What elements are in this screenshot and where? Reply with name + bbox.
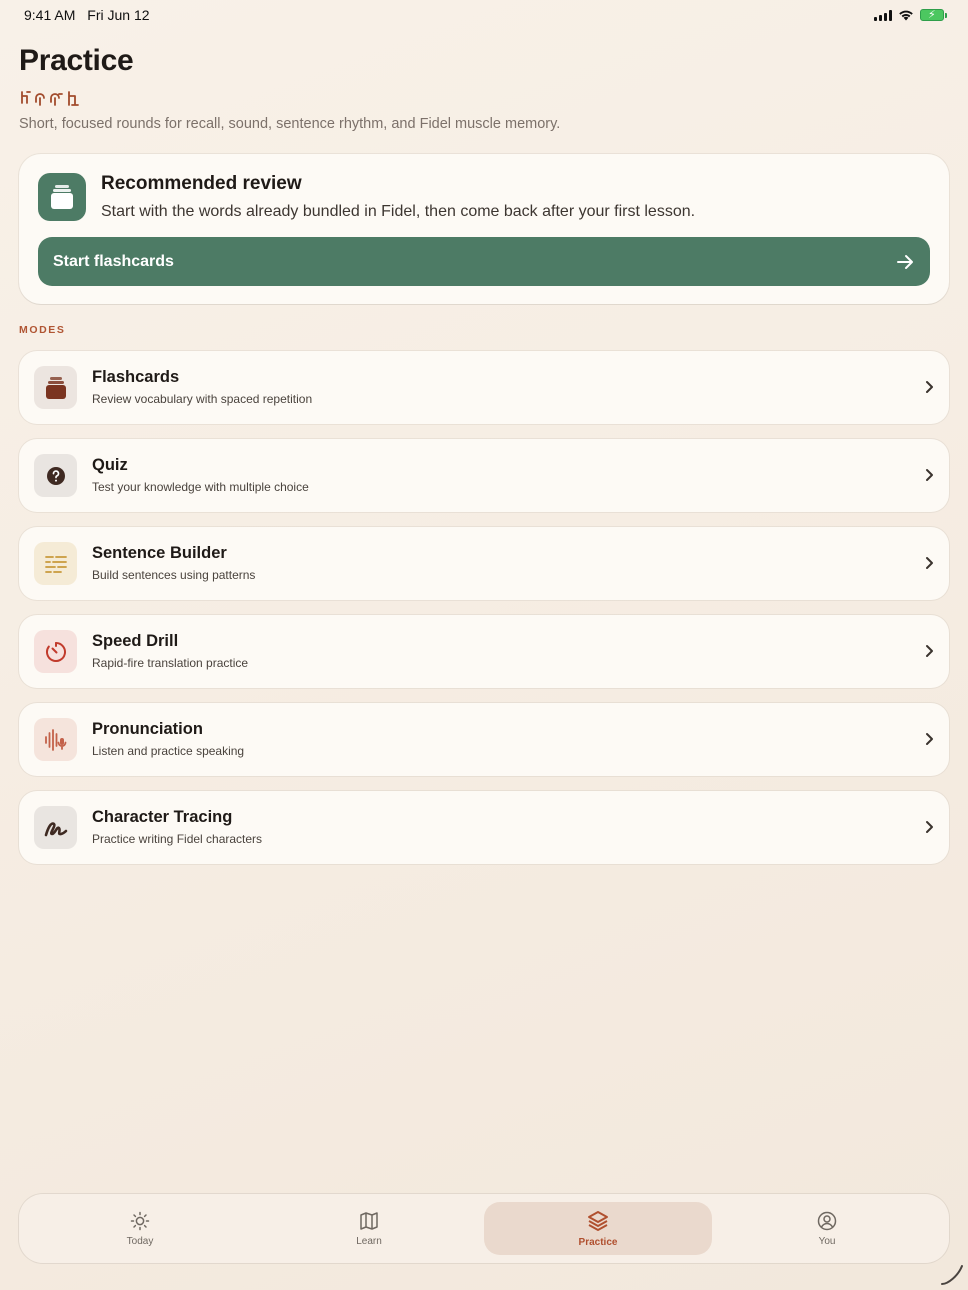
mode-description: Practice writing Fidel characters <box>92 832 263 846</box>
cellular-signal-icon <box>874 9 892 21</box>
recommended-review-card: Recommended review Start with the words … <box>19 154 949 304</box>
chevron-right-icon <box>926 821 933 833</box>
amharic-title-glyphs <box>21 91 79 106</box>
mode-title: Pronunciation <box>92 720 203 738</box>
chevron-right-icon <box>926 733 933 745</box>
recommended-title: Recommended review <box>101 173 302 194</box>
mode-title: Speed Drill <box>92 632 179 650</box>
sun-icon <box>130 1211 150 1230</box>
mode-title: Character Tracing <box>92 808 233 826</box>
status-bar: 9:41 AM Fri Jun 12 ⚡ <box>0 0 968 30</box>
tab-label: Today <box>126 1235 154 1247</box>
mode-card-sentence-builder[interactable]: Sentence Builder Build sentences using p… <box>19 527 949 600</box>
tab-label: Practice <box>578 1236 618 1248</box>
mode-card-flashcards[interactable]: Flashcards Review vocabulary with spaced… <box>19 351 949 424</box>
page-subtitle: Short, focused rounds for recall, sound,… <box>19 116 561 132</box>
mode-description: Build sentences using patterns <box>92 568 256 582</box>
flashcard-stack-icon <box>34 366 77 409</box>
modes-section-label: MODES <box>19 324 66 336</box>
flashcard-stack-icon <box>38 173 86 221</box>
arrow-right-icon <box>897 254 913 269</box>
start-flashcards-label: Start flashcards <box>53 252 174 270</box>
mode-description: Test your knowledge with multiple choice <box>92 480 309 494</box>
tab-label: Learn <box>356 1235 382 1247</box>
status-date: Fri Jun 12 <box>87 7 150 23</box>
text-lines-icon <box>34 542 77 585</box>
question-circle-icon <box>34 454 77 497</box>
page-title: Practice <box>19 44 134 77</box>
mode-title: Quiz <box>92 456 128 474</box>
mode-card-quiz[interactable]: Quiz Test your knowledge with multiple c… <box>19 439 949 512</box>
tab-learn[interactable]: Learn <box>255 1202 483 1255</box>
timer-icon <box>34 630 77 673</box>
tab-practice[interactable]: Practice <box>484 1202 712 1255</box>
mode-title: Sentence Builder <box>92 544 227 562</box>
page-title-amharic <box>19 86 949 112</box>
layers-icon <box>588 1210 608 1231</box>
status-right: ⚡ <box>874 9 947 21</box>
chevron-right-icon <box>926 645 933 657</box>
status-time: 9:41 AM <box>24 7 76 23</box>
recommended-description: Start with the words already bundled in … <box>101 203 696 220</box>
status-left: 9:41 AM Fri Jun 12 <box>24 7 158 23</box>
battery-charging-icon: ⚡ <box>920 9 947 21</box>
mode-description: Review vocabulary with spaced repetition <box>92 392 313 406</box>
wifi-icon <box>899 10 913 21</box>
mode-title: Flashcards <box>92 368 180 386</box>
tab-you[interactable]: You <box>713 1202 941 1255</box>
mode-card-pronunciation[interactable]: Pronunciation Listen and practice speaki… <box>19 703 949 776</box>
waveform-mic-icon <box>34 718 77 761</box>
chevron-right-icon <box>926 557 933 569</box>
map-icon <box>360 1211 378 1230</box>
page-header: Practice Short, focused rounds for recal… <box>19 44 949 132</box>
scribble-icon <box>34 806 77 849</box>
person-circle-icon <box>817 1211 837 1230</box>
tab-bar: Today Learn Practice You <box>19 1194 949 1263</box>
tab-today[interactable]: Today <box>26 1202 254 1255</box>
mode-card-speed-drill[interactable]: Speed Drill Rapid-fire translation pract… <box>19 615 949 688</box>
mode-card-character-tracing[interactable]: Character Tracing Practice writing Fidel… <box>19 791 949 864</box>
chevron-right-icon <box>926 381 933 393</box>
resize-handle-icon[interactable] <box>940 1262 964 1286</box>
chevron-right-icon <box>926 469 933 481</box>
mode-description: Listen and practice speaking <box>92 744 245 758</box>
tab-label: You <box>818 1235 836 1247</box>
start-flashcards-button[interactable]: Start flashcards <box>38 237 930 286</box>
mode-description: Rapid-fire translation practice <box>92 656 249 670</box>
